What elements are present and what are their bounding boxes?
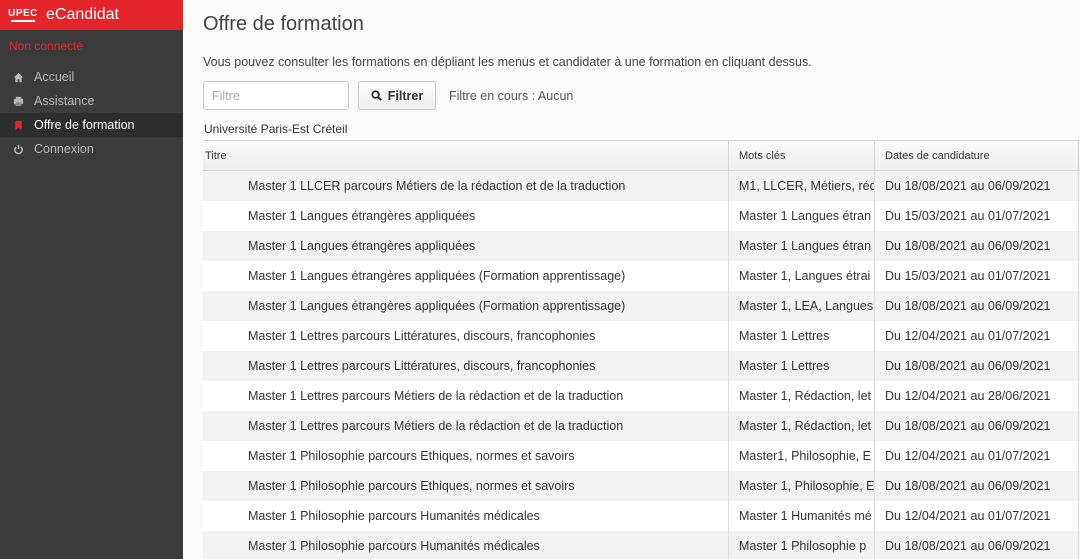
cell-dates: Du 12/04/2021 au 01/07/2021 — [874, 321, 1078, 351]
table-row[interactable]: Master 1 Philosophie parcours Humanités … — [203, 501, 1080, 531]
cell-titre: Master 1 LLCER parcours Métiers de la ré… — [248, 179, 626, 193]
sidebar-item-connexion[interactable]: Connexion — [0, 137, 183, 161]
column-header-dates[interactable]: Dates de candidature — [874, 141, 1078, 170]
table-row[interactable]: Master 1 Philosophie parcours Ethiques, … — [203, 471, 1080, 501]
cell-dates: Du 15/03/2021 au 01/07/2021 — [874, 201, 1078, 231]
search-icon — [371, 90, 382, 101]
cell-dates: Du 18/08/2021 au 06/09/2021 — [874, 411, 1078, 441]
connection-status: Non connecté — [9, 39, 84, 53]
cell-titre: Master 1 Lettres parcours Métiers de la … — [248, 419, 624, 433]
cell-dates: Du 18/08/2021 au 06/09/2021 — [874, 291, 1078, 321]
cell-dates: Du 18/08/2021 au 06/09/2021 — [874, 171, 1078, 201]
filter-input[interactable] — [203, 81, 349, 110]
cell-mots-cles: Master 1, Rédaction, let — [728, 381, 874, 411]
cell-mots-cles: Master 1 Langues étran — [728, 201, 874, 231]
cell-dates: Du 12/04/2021 au 28/06/2021 — [874, 381, 1078, 411]
cell-mots-cles: Master 1 Philosophie p — [728, 531, 874, 559]
home-icon — [12, 71, 24, 83]
cell-titre: Master 1 Lettres parcours Littératures, … — [248, 359, 596, 373]
sidebar-item-accueil[interactable]: Accueil — [0, 65, 183, 89]
cell-mots-cles: Master1, Philosophie, E — [728, 441, 874, 471]
cell-mots-cles: Master 1, Langues étrai — [728, 261, 874, 291]
table-row[interactable]: Master 1 Lettres parcours Métiers de la … — [203, 381, 1080, 411]
page-title: Offre de formation — [203, 13, 364, 35]
sidebar-item-label: Offre de formation — [34, 118, 135, 132]
cell-dates: Du 12/04/2021 au 01/07/2021 — [874, 441, 1078, 471]
table-row[interactable]: Master 1 Lettres parcours Métiers de la … — [203, 411, 1080, 441]
cell-dates: Du 18/08/2021 au 06/09/2021 — [874, 351, 1078, 381]
power-icon — [12, 143, 24, 155]
table-row[interactable]: Master 1 LLCER parcours Métiers de la ré… — [203, 171, 1080, 201]
table-row[interactable]: Master 1 Langues étrangères appliquées (… — [203, 291, 1080, 321]
sidebar: UPEC eCandidat Non connecté Accueil Assi… — [0, 0, 183, 559]
app-name: eCandidat — [46, 6, 119, 23]
cell-titre: Master 1 Langues étrangères appliquées — [248, 239, 476, 253]
cell-dates: Du 18/08/2021 au 06/09/2021 — [874, 231, 1078, 261]
table-body: Master 1 LLCER parcours Métiers de la ré… — [203, 171, 1080, 559]
cell-titre: Master 1 Lettres parcours Métiers de la … — [248, 389, 624, 403]
cell-titre: Master 1 Langues étrangères appliquées (… — [248, 299, 626, 313]
university-label: Université Paris-Est Créteil — [204, 122, 348, 136]
filter-button-label: Filtrer — [387, 88, 424, 103]
assistance-icon — [12, 95, 24, 107]
cell-mots-cles: Master 1, LEA, Langues — [728, 291, 874, 321]
cell-dates: Du 18/08/2021 au 06/09/2021 — [874, 531, 1078, 559]
brand-bar[interactable]: UPEC eCandidat — [0, 0, 183, 30]
cell-titre: Master 1 Philosophie parcours Ethiques, … — [248, 479, 575, 493]
table-row[interactable]: Master 1 Lettres parcours Littératures, … — [203, 351, 1080, 381]
cell-dates: Du 18/08/2021 au 06/09/2021 — [874, 471, 1078, 501]
sidebar-item-label: Connexion — [34, 142, 94, 156]
cell-mots-cles: Master 1, Philosophie, E — [728, 471, 874, 501]
table-row[interactable]: Master 1 Langues étrangères appliquées Ma… — [203, 201, 1080, 231]
table-row[interactable]: Master 1 Philosophie parcours Ethiques, … — [203, 441, 1080, 471]
intro-text: Vous pouvez consulter les formations en … — [203, 55, 812, 69]
main-content: Offre de formation Vous pouvez consulter… — [183, 0, 1080, 559]
sidebar-item-label: Accueil — [34, 70, 75, 84]
sidebar-item-label: Assistance — [34, 94, 95, 108]
cell-mots-cles: Master 1 Lettres — [728, 351, 874, 381]
table-row[interactable]: Master 1 Langues étrangères appliquées (… — [203, 261, 1080, 291]
cell-titre: Master 1 Philosophie parcours Humanités … — [248, 509, 540, 523]
cell-titre: Master 1 Langues étrangères appliquées — [248, 209, 476, 223]
cell-mots-cles: Master 1 Lettres — [728, 321, 874, 351]
cell-titre: Master 1 Philosophie parcours Humanités … — [248, 539, 540, 553]
cell-dates: Du 12/04/2021 au 01/07/2021 — [874, 501, 1078, 531]
table-row[interactable]: Master 1 Langues étrangères appliquées Ma… — [203, 231, 1080, 261]
sidebar-item-offre-de-formation[interactable]: Offre de formation — [0, 113, 183, 137]
cell-titre: Master 1 Langues étrangères appliquées (… — [248, 269, 626, 283]
column-header-mots-cles[interactable]: Mots clés — [728, 141, 874, 170]
cell-mots-cles: Master 1, Rédaction, let — [728, 411, 874, 441]
cell-titre: Master 1 Lettres parcours Littératures, … — [248, 329, 596, 343]
cell-mots-cles: M1, LLCER, Métiers, réd — [728, 171, 874, 201]
cell-dates: Du 15/03/2021 au 01/07/2021 — [874, 261, 1078, 291]
upec-logo: UPEC — [8, 5, 37, 25]
formations-table: Titre Mots clés Dates de candidature Mas… — [203, 140, 1080, 559]
column-header-titre[interactable]: Titre — [203, 141, 728, 170]
sidebar-item-assistance[interactable]: Assistance — [0, 89, 183, 113]
cell-mots-cles: Master 1 Langues étran — [728, 231, 874, 261]
table-row[interactable]: Master 1 Philosophie parcours Humanités … — [203, 531, 1080, 559]
table-row[interactable]: Master 1 Lettres parcours Littératures, … — [203, 321, 1080, 351]
filter-button[interactable]: Filtrer — [358, 81, 436, 110]
cell-titre: Master 1 Philosophie parcours Ethiques, … — [248, 449, 575, 463]
sidebar-menu: Accueil Assistance Offre de formation Co… — [0, 65, 183, 161]
bookmark-icon — [12, 119, 24, 131]
cell-mots-cles: Master 1 Humanités mé — [728, 501, 874, 531]
filter-status: Filtre en cours : Aucun — [449, 89, 574, 103]
table-header: Titre Mots clés Dates de candidature — [203, 141, 1080, 171]
